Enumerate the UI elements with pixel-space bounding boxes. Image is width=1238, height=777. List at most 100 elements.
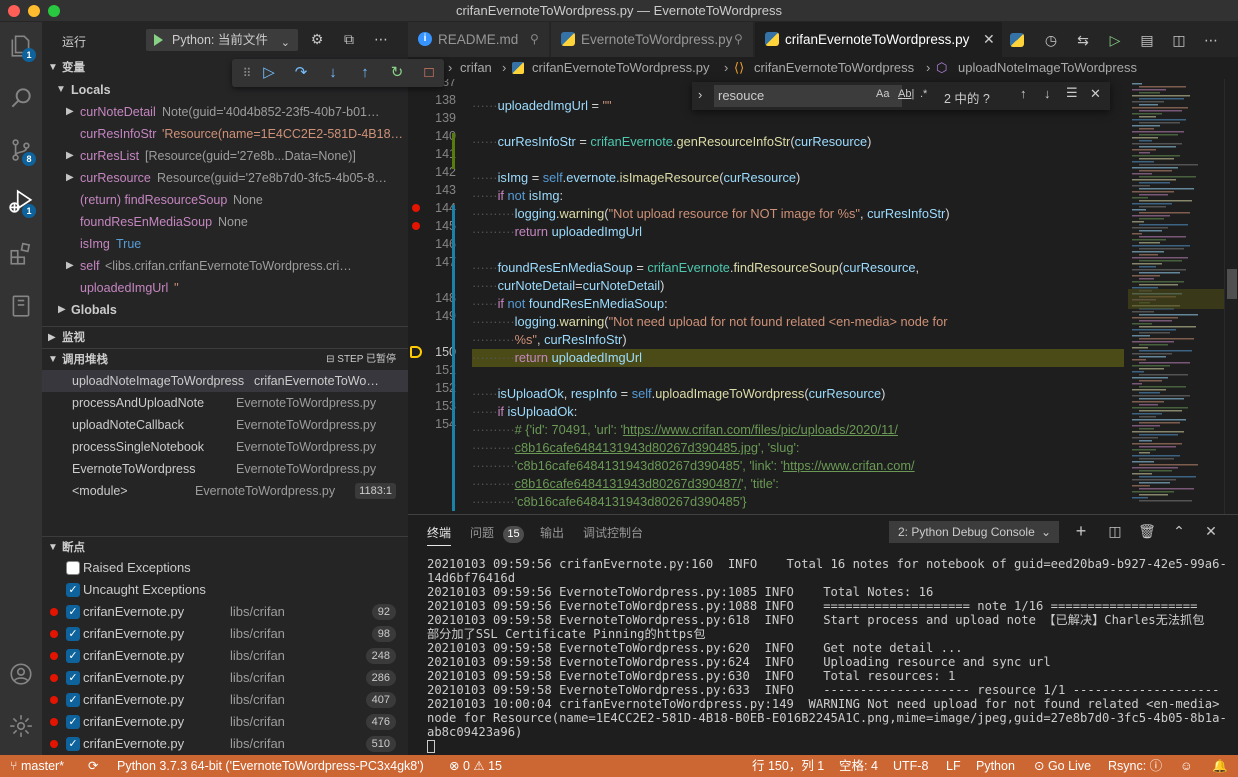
variable-row[interactable]: ▶ curNoteDetail Note(guid='40d4b852-23f5-4… bbox=[42, 101, 408, 123]
terminal-select[interactable]: 2: Python Debug Console ⌄ bbox=[889, 521, 1059, 543]
close-tab-icon[interactable]: ✕ bbox=[983, 22, 995, 57]
restart-icon[interactable]: ↻ bbox=[388, 64, 406, 82]
callstack-frame[interactable]: processSingleNotebook EvernoteToWordpress… bbox=[42, 436, 408, 458]
remote-explorer-icon[interactable] bbox=[5, 290, 37, 322]
gear-icon[interactable]: ⚙ bbox=[308, 30, 326, 48]
arrow-down-icon[interactable]: ↓ bbox=[1044, 86, 1051, 101]
step-over-icon[interactable]: ↷ bbox=[292, 64, 310, 82]
start-debug-icon[interactable] bbox=[154, 34, 163, 46]
language-mode[interactable]: Python bbox=[976, 755, 1015, 777]
breakpoint-dot-icon[interactable] bbox=[412, 222, 420, 230]
cursor-position[interactable]: 行 150，列 1 bbox=[752, 755, 824, 777]
breakpoint-dot-icon[interactable] bbox=[412, 204, 420, 212]
preview-icon[interactable]: ▤ bbox=[1138, 31, 1156, 49]
breakpoint-row[interactable]: ✓ crifanEvernote.py libs/crifan 407 bbox=[42, 689, 408, 711]
exception-breakpoint[interactable]: ✓ Uncaught Exceptions bbox=[42, 579, 408, 601]
split-editor-icon[interactable]: ◫ bbox=[1170, 31, 1188, 49]
match-word-toggle[interactable]: Ab| bbox=[898, 88, 914, 100]
search-icon[interactable] bbox=[5, 82, 37, 114]
rsync-indicator[interactable]: Rsync: ⓘ bbox=[1108, 755, 1162, 777]
callstack-frame[interactable]: uploadNoteCallback EvernoteToWordpress.py bbox=[42, 414, 408, 436]
chevron-right-icon[interactable]: ▶ bbox=[66, 145, 74, 167]
callstack-frame[interactable]: EvernoteToWordpress EvernoteToWordpress.p… bbox=[42, 458, 408, 480]
close-window-button[interactable] bbox=[8, 5, 20, 17]
tab-debug-console[interactable]: 调试控制台 bbox=[583, 524, 643, 546]
variable-row[interactable]: foundResEnMediaSoup None bbox=[42, 211, 408, 233]
find-in-selection-icon[interactable]: ☰ bbox=[1066, 85, 1078, 101]
code-editor[interactable]: 137 138 139 140 141 142 143 144 145 146 147 148 149 1… bbox=[408, 79, 1238, 514]
checkbox[interactable] bbox=[66, 561, 80, 575]
launch-config-select[interactable]: Python: 当前文件 ⌄ bbox=[146, 29, 298, 51]
breadcrumb-folder[interactable]: crifan bbox=[460, 57, 492, 79]
breadcrumb-file[interactable]: crifanEvernoteToWordpress.py bbox=[532, 57, 710, 79]
problems-indicator[interactable]: ⊗ 0 ⚠ 15 bbox=[449, 755, 502, 777]
extensions-icon[interactable] bbox=[5, 238, 37, 270]
match-case-toggle[interactable]: Aa bbox=[876, 88, 889, 100]
stop-icon[interactable]: □ bbox=[420, 64, 438, 82]
chevron-right-icon[interactable]: ▶ bbox=[66, 101, 74, 123]
account-icon[interactable] bbox=[5, 658, 37, 690]
breakpoint-row[interactable]: ✓ crifanEvernote.py libs/crifan 98 bbox=[42, 623, 408, 645]
tab-readme[interactable]: i README.md ⚲ bbox=[408, 22, 550, 57]
scrollbar-thumb[interactable] bbox=[1227, 269, 1237, 299]
editor-scrollbar[interactable] bbox=[1224, 79, 1238, 514]
checkbox[interactable]: ✓ bbox=[66, 715, 80, 729]
checkbox[interactable]: ✓ bbox=[66, 583, 80, 597]
tab-problems[interactable]: 问题 15 bbox=[470, 524, 524, 546]
callstack-frame[interactable]: uploadNoteImageToWordpress crifanEvernote… bbox=[42, 370, 408, 392]
run-debug-icon[interactable]: 1 bbox=[5, 186, 37, 218]
chevron-right-icon[interactable]: ▶ bbox=[66, 167, 74, 189]
pin-icon[interactable]: ⚲ bbox=[530, 22, 539, 57]
tab-output[interactable]: 输出 bbox=[540, 524, 564, 546]
tab-evernotetowordpress[interactable]: EvernoteToWordpress.py ⚲ bbox=[551, 22, 754, 57]
go-live-button[interactable]: ⊙ Go Live bbox=[1034, 755, 1091, 777]
encoding[interactable]: UTF-8 bbox=[893, 755, 928, 777]
variable-row[interactable]: ▶ curResList [Resource(guid='27e8b...Data=… bbox=[42, 145, 408, 167]
callstack-frame[interactable]: processAndUploadNote EvernoteToWordpress.… bbox=[42, 392, 408, 414]
breadcrumb-method[interactable]: uploadNoteImageToWordpress bbox=[958, 57, 1137, 79]
breakpoint-row[interactable]: ✓ crifanEvernote.py libs/crifan 510 bbox=[42, 733, 408, 755]
split-terminal-icon[interactable]: ◫ bbox=[1106, 522, 1124, 540]
callstack-section-header[interactable]: ▼ 调用堆栈 ⊟ STEP 已暂停 bbox=[42, 348, 408, 370]
python-interpreter[interactable]: Python 3.7.3 64-bit ('EvernoteToWordpres… bbox=[117, 755, 424, 777]
timeline-icon[interactable]: ◷ bbox=[1042, 31, 1060, 49]
arrow-up-icon[interactable]: ↑ bbox=[1020, 86, 1027, 101]
breakpoints-section-header[interactable]: ▼ 断点 bbox=[42, 536, 408, 558]
run-file-icon[interactable]: ▷ bbox=[1106, 31, 1124, 49]
new-terminal-icon[interactable]: + bbox=[1072, 522, 1090, 540]
sync-icon[interactable]: ⟳ bbox=[88, 755, 98, 777]
checkbox[interactable]: ✓ bbox=[66, 649, 80, 663]
close-panel-icon[interactable]: ✕ bbox=[1202, 522, 1220, 540]
trash-icon[interactable]: 🗑 bbox=[1138, 522, 1156, 540]
scope-globals[interactable]: ▶ Globals bbox=[42, 299, 408, 321]
pin-icon[interactable]: ⚲ bbox=[734, 22, 743, 57]
breakpoint-row[interactable]: ✓ crifanEvernote.py libs/crifan 476 bbox=[42, 711, 408, 733]
step-out-icon[interactable]: ↑ bbox=[356, 64, 374, 82]
variable-row[interactable]: ▶ self <libs.crifan.crifanEvernoteToWordpr… bbox=[42, 255, 408, 277]
tab-terminal[interactable]: 终端 bbox=[427, 524, 452, 546]
open-changes-icon[interactable]: ⇆ bbox=[1074, 31, 1092, 49]
indentation[interactable]: 空格: 4 bbox=[839, 755, 878, 777]
tab-crifanevernotetowordpress[interactable]: crifanEvernoteToWordpress.py ✕ bbox=[755, 22, 1003, 57]
breakpoint-row[interactable]: ✓ crifanEvernote.py libs/crifan 248 bbox=[42, 645, 408, 667]
close-icon[interactable]: ✕ bbox=[1090, 86, 1101, 102]
variable-row[interactable]: isImg True bbox=[42, 233, 408, 255]
exception-breakpoint[interactable]: Raised Exceptions bbox=[42, 557, 408, 579]
end-of-line[interactable]: LF bbox=[946, 755, 961, 777]
maximize-panel-icon[interactable]: ⌃ bbox=[1170, 522, 1188, 540]
breakpoint-row[interactable]: ✓ crifanEvernote.py libs/crifan 286 bbox=[42, 667, 408, 689]
minimap[interactable] bbox=[1128, 79, 1224, 514]
python-run-icon[interactable] bbox=[1010, 33, 1024, 47]
variable-row[interactable]: ▶ curResource Resource(guid='27e8b7d0-3fc5… bbox=[42, 167, 408, 189]
branch-indicator[interactable]: ⑂ master* bbox=[10, 755, 64, 777]
source-control-icon[interactable]: 8 bbox=[5, 134, 37, 166]
regex-toggle[interactable]: .* bbox=[920, 88, 927, 100]
variable-row[interactable]: (return) findResourceSoup None bbox=[42, 189, 408, 211]
debug-console-icon[interactable]: ⧉ bbox=[340, 30, 358, 48]
toggle-replace-icon[interactable]: › bbox=[698, 87, 702, 102]
maximize-window-button[interactable] bbox=[48, 5, 60, 17]
more-actions-icon[interactable]: ⋯ bbox=[372, 30, 390, 48]
continue-icon[interactable]: ▷ bbox=[260, 64, 278, 82]
notifications-bell-icon[interactable]: 🔔 bbox=[1212, 755, 1228, 777]
manage-gear-icon[interactable] bbox=[5, 710, 37, 742]
